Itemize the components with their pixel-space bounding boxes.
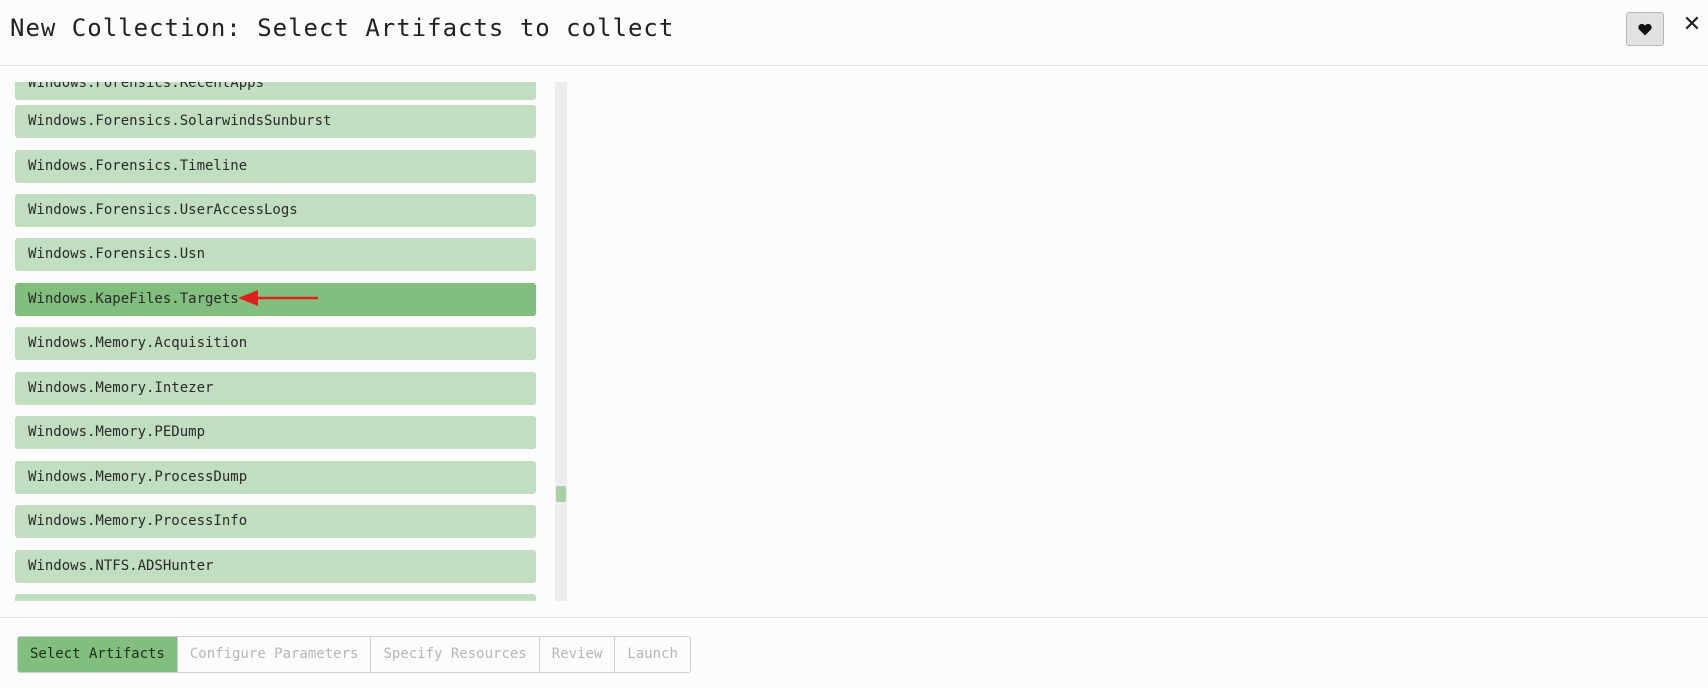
step-select-artifacts[interactable]: Select Artifacts (18, 637, 178, 672)
list-item[interactable]: Windows.Memory.PEDump (15, 416, 536, 449)
list-item[interactable]: Windows.Forensics.RecentApps (15, 82, 536, 100)
list-item[interactable]: Windows.Forensics.UserAccessLogs (15, 194, 536, 227)
wizard-steps: Select Artifacts Configure Parameters Sp… (17, 636, 691, 673)
heart-icon (1638, 23, 1652, 35)
step-launch[interactable]: Launch (615, 637, 690, 672)
list-item[interactable]: Windows.Forensics.Usn (15, 238, 536, 271)
step-specify-resources[interactable]: Specify Resources (371, 637, 540, 672)
dialog-title: New Collection: Select Artifacts to coll… (10, 14, 675, 42)
dialog-header: New Collection: Select Artifacts to coll… (0, 0, 1708, 66)
list-item[interactable]: Windows.Memory.Intezer (15, 372, 536, 405)
step-review[interactable]: Review (539, 637, 616, 672)
list-item-partial[interactable] (15, 594, 536, 601)
list-item[interactable]: Windows.Forensics.SolarwindsSunburst (15, 105, 536, 138)
artifact-list[interactable]: Windows.Forensics.RecentApps Windows.For… (15, 82, 536, 601)
list-item[interactable]: Windows.Forensics.Timeline (15, 150, 536, 183)
list-item[interactable]: Windows.NTFS.ADSHunter (15, 550, 536, 583)
list-item[interactable]: Windows.Memory.Acquisition (15, 327, 536, 360)
favorite-button[interactable] (1626, 12, 1664, 46)
close-icon[interactable]: ✕ (1682, 10, 1702, 38)
annotation-arrow-icon (238, 290, 318, 306)
step-configure-parameters[interactable]: Configure Parameters (177, 637, 372, 672)
scrollbar-thumb[interactable] (556, 486, 566, 502)
list-scrollbar[interactable] (555, 82, 567, 601)
dialog-footer: Select Artifacts Configure Parameters Sp… (0, 617, 1708, 688)
list-item[interactable]: Windows.Memory.ProcessInfo (15, 505, 536, 538)
list-item[interactable]: Windows.Memory.ProcessDump (15, 461, 536, 494)
